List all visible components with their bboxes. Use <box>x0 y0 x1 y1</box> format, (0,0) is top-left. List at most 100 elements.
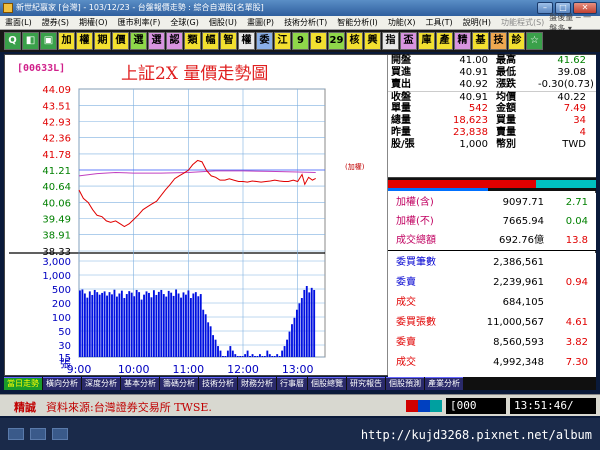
quote-label: 收盤 <box>391 92 411 103</box>
tab-5[interactable]: 技術分析 <box>199 377 237 390</box>
index-change: 13.8 <box>565 235 588 246</box>
search-icon[interactable]: Q <box>4 32 21 50</box>
quote-row: 股/張 1,000 幣別 TWD <box>388 139 596 151</box>
price-tick-label: 41.21 <box>42 166 71 177</box>
toolbar-button[interactable]: 精 <box>454 32 471 50</box>
taskbar-app-icon[interactable] <box>30 428 46 440</box>
grid-icon[interactable]: ▣ <box>40 32 57 50</box>
volume-bar <box>162 294 165 357</box>
toolbar-button[interactable]: 基 <box>472 32 489 50</box>
star-icon[interactable]: ☆ <box>526 32 543 50</box>
index-value: 7665.94 <box>502 216 544 227</box>
toolbar-button[interactable]: 智 <box>220 32 237 50</box>
tab-3[interactable]: 基本分析 <box>121 377 159 390</box>
toolbar-button[interactable]: 權 <box>76 32 93 50</box>
taskbar-app-icon[interactable] <box>52 428 68 440</box>
toolbar-button[interactable]: 選 <box>148 32 165 50</box>
stats-row: 成交 684,105 <box>388 293 596 313</box>
toolbar-button[interactable]: 29 <box>328 32 345 50</box>
toolbar-button[interactable]: 指 <box>382 32 399 50</box>
toolbar-button[interactable]: 診 <box>508 32 525 50</box>
tab-6[interactable]: 財務分析 <box>238 377 276 390</box>
tab-10[interactable]: 個股預測 <box>386 377 424 390</box>
volume-bar <box>155 294 158 357</box>
volume-bar <box>143 294 145 357</box>
toolbar-button[interactable]: 加 <box>58 32 75 50</box>
menu-item[interactable]: 智能分析(I) <box>332 17 383 28</box>
tab-9[interactable]: 研究報告 <box>347 377 385 390</box>
toolbar-button[interactable]: 期 <box>94 32 111 50</box>
toolbar-button[interactable]: 核 <box>346 32 363 50</box>
toolbar-button[interactable]: 庫 <box>418 32 435 50</box>
volume-bar <box>135 289 138 357</box>
toolbar-button[interactable]: 產 <box>436 32 453 50</box>
toolbar-button[interactable]: 8 <box>310 32 327 50</box>
menu-item-disabled: 功能程式(S) <box>500 18 545 27</box>
menu-item[interactable]: 功能(X) <box>383 17 421 28</box>
stats-label: 委買張數 <box>396 317 436 328</box>
stats-value: 2,386,561 <box>493 257 544 268</box>
toolbar-button[interactable]: 認 <box>166 32 183 50</box>
quote-value: 40.92 <box>459 79 488 90</box>
volume-bar <box>291 324 293 357</box>
tab-1[interactable]: 橫向分析 <box>43 377 81 390</box>
stats-label: 委賣 <box>396 277 416 288</box>
volume-bar <box>98 294 101 357</box>
volume-bar <box>266 350 269 357</box>
taskbar-app-icon[interactable] <box>8 428 24 440</box>
quote-value: 40.22 <box>557 92 586 103</box>
tab-4[interactable]: 籌碼分析 <box>160 377 198 390</box>
toolbar-button[interactable]: 價 <box>112 32 129 50</box>
tab-11[interactable]: 產業分析 <box>425 377 463 390</box>
menu-item[interactable]: 工具(T) <box>421 17 458 28</box>
time-tick-label: 13:00 <box>282 363 314 375</box>
menu-item[interactable]: 全球(G) <box>165 17 203 28</box>
volume-bar <box>241 356 244 357</box>
volume-bar <box>308 292 311 357</box>
news-ticker: 資料來源:台灣證券交易所 TWSE. <box>46 401 212 414</box>
stats-row: 成交 4,992,348 7.30 <box>388 353 596 373</box>
toolbar-button[interactable]: 興 <box>364 32 381 50</box>
tab-8[interactable]: 個股總覽 <box>308 377 346 390</box>
quote-value: 4 <box>579 127 586 138</box>
quote-label: 昨量 <box>391 127 411 138</box>
volume-bar <box>83 293 86 357</box>
toolbar-button[interactable]: 江 <box>274 32 291 50</box>
volume-bar <box>133 296 136 357</box>
tab-7[interactable]: 行事曆 <box>277 377 307 390</box>
quote-value: 41.62 <box>557 55 586 66</box>
volume-bar <box>130 292 133 357</box>
time-tick-label: 10:00 <box>118 363 150 375</box>
quote-label: 開盤 <box>391 55 411 66</box>
layout-icon[interactable]: ◧ <box>22 32 39 50</box>
toolbar-button[interactable]: 選 <box>130 32 147 50</box>
toolbar-button[interactable]: 委 <box>256 32 273 50</box>
menu-item[interactable]: 匯市利率(F) <box>113 17 166 28</box>
price-volume-chart[interactable]: 44.09 43.51 42.93 42.36 41.78 41.21 40.64 40.06… <box>5 55 387 375</box>
stats-row: 委買筆數 2,386,561 <box>388 253 596 273</box>
index-row: 加權(含) 9097.71 2.71 <box>388 193 596 212</box>
toolbar-button[interactable]: 幅 <box>202 32 219 50</box>
index-label: 成交總額 <box>396 235 436 246</box>
volume-bar <box>303 289 306 357</box>
toolbar-button[interactable]: 9 <box>292 32 309 50</box>
volume-bar <box>278 356 281 357</box>
toolbar-button[interactable]: 權 <box>238 32 255 50</box>
toolbar-button[interactable]: 盃 <box>400 32 417 50</box>
tab-2[interactable]: 深度分析 <box>82 377 120 390</box>
menu-item[interactable]: 個股(U) <box>204 17 242 28</box>
menu-item[interactable]: 畫圖(P) <box>242 17 279 28</box>
toolbar-button[interactable]: 技 <box>490 32 507 50</box>
tab-0[interactable]: 當日走勢 <box>4 377 42 390</box>
menu-item[interactable]: 說明(H) <box>458 17 496 28</box>
volume-bar <box>189 298 192 357</box>
menu-item[interactable]: 畫面(L) <box>0 17 37 28</box>
menu-item[interactable]: 證券(S) <box>37 17 74 28</box>
main-window: [00633L] 上証2X 量價走勢圖 44.09 43.51 42.93 42.36… <box>4 54 596 377</box>
menu-item[interactable]: 技術分析(T) <box>279 17 332 28</box>
index-label: 加權(含) <box>396 197 434 208</box>
menu-item[interactable]: 期權(O) <box>74 17 113 28</box>
volume-bar <box>113 289 116 357</box>
toolbar-button[interactable]: 類 <box>184 32 201 50</box>
price-tick-label: 38.91 <box>42 231 71 242</box>
